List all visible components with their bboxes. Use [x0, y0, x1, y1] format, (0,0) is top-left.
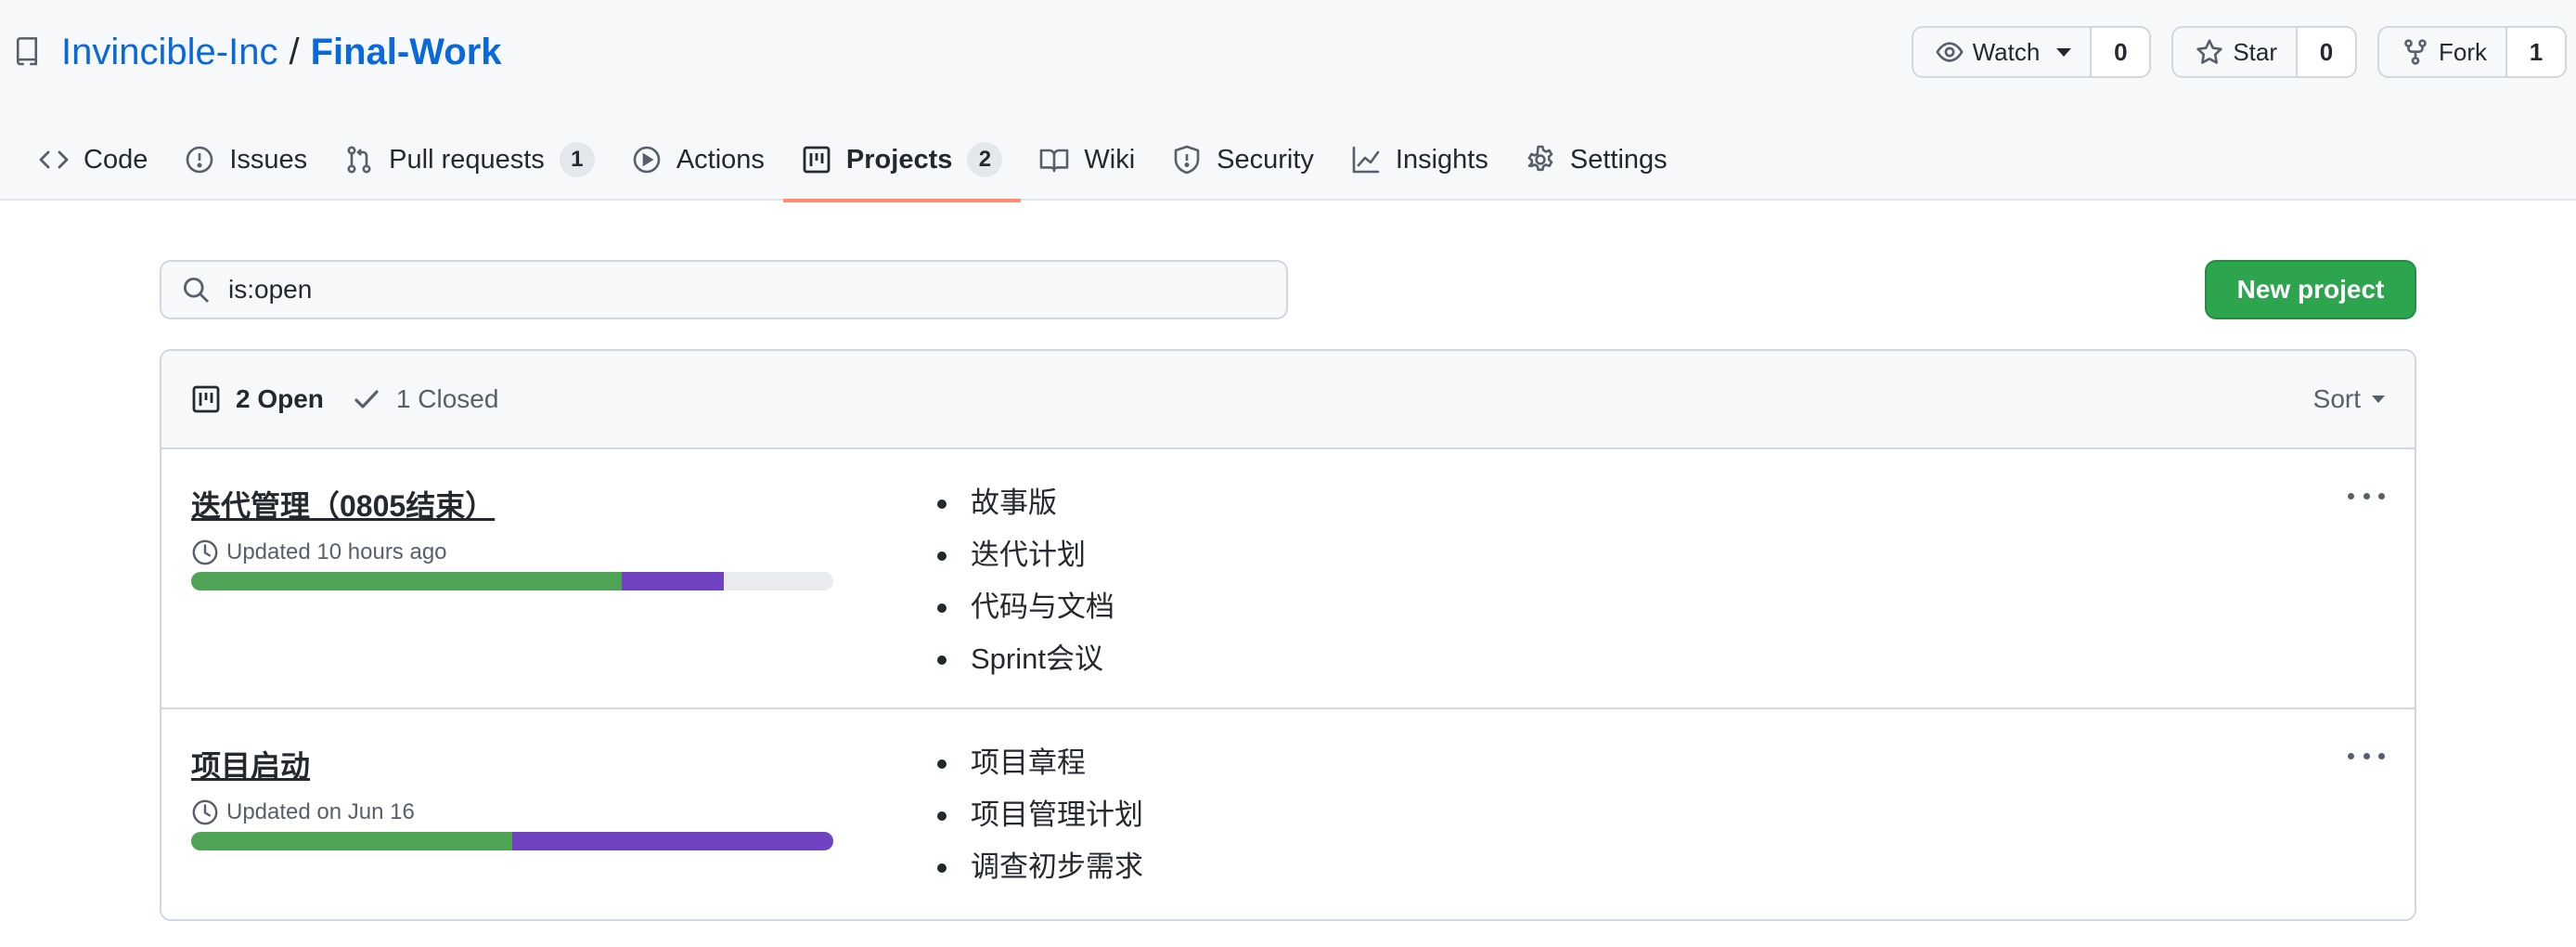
project-icon: [803, 146, 831, 174]
projects-list-header: 2 Open 1 Closed Sort: [161, 351, 2415, 449]
progress-in-progress-segment: [621, 572, 725, 590]
projects-list: 2 Open 1 Closed Sort 迭代管理（0805结束） Update…: [160, 349, 2416, 921]
kebab-menu-icon[interactable]: [2348, 748, 2385, 763]
project-columns: 项目章程 项目管理计划 调查初步需求: [934, 737, 1143, 893]
sort-label: Sort: [2312, 384, 2361, 413]
project-name-link[interactable]: 迭代管理（0805结束）: [191, 483, 495, 525]
project-progress-bar: [191, 572, 833, 590]
fork-button-group: Fork 1: [2377, 26, 2567, 78]
fork-button[interactable]: Fork: [2379, 28, 2505, 76]
tab-security-label: Security: [1217, 144, 1314, 175]
tab-projects-label: Projects: [845, 144, 953, 175]
search-input[interactable]: [228, 275, 1249, 305]
repo-owner-link[interactable]: Invincible-Inc: [61, 32, 277, 73]
fork-count[interactable]: 1: [2505, 28, 2565, 76]
tab-insights[interactable]: Insights: [1333, 119, 1507, 201]
pull-request-icon: [347, 146, 371, 174]
graph-icon: [1352, 146, 1380, 174]
watch-label: Watch: [1972, 37, 2041, 66]
tab-actions[interactable]: Actions: [613, 119, 783, 201]
progress-done-segment: [191, 832, 512, 850]
tab-settings[interactable]: Settings: [1507, 119, 1686, 201]
clock-icon: [192, 539, 218, 565]
filter-open[interactable]: 2 Open: [191, 384, 324, 414]
project-row: 迭代管理（0805结束） Updated 10 hours ago 故事版 迭代…: [161, 449, 2415, 709]
project-updated-text: Updated on Jun 16: [226, 799, 415, 824]
issue-icon: [187, 146, 213, 174]
search-icon: [183, 277, 209, 303]
tab-insights-label: Insights: [1395, 144, 1488, 175]
repo-title: Invincible-Inc / Final-Work: [15, 22, 502, 82]
projects-counter: 2: [967, 142, 1003, 177]
chevron-down-icon: [2056, 47, 2072, 57]
star-button-group: Star 0: [2171, 26, 2357, 78]
watch-button[interactable]: Watch: [1913, 28, 2091, 76]
star-count[interactable]: 0: [2296, 28, 2355, 76]
code-icon: [39, 150, 69, 169]
project-columns: 故事版 迭代计划 代码与文档 Sprint会议: [934, 477, 1114, 685]
check-icon: [354, 390, 379, 409]
clock-icon: [192, 799, 218, 825]
project-column-item: Sprint会议: [934, 633, 1114, 685]
new-project-button[interactable]: New project: [2205, 260, 2416, 319]
tab-code[interactable]: Code: [20, 119, 166, 201]
repo-name-link[interactable]: Final-Work: [311, 32, 502, 73]
shield-icon: [1174, 145, 1200, 175]
repo-icon: [16, 37, 38, 66]
project-updated: Updated on Jun 16: [191, 798, 415, 826]
filter-closed-label: 1 Closed: [395, 384, 499, 413]
project-updated: Updated 10 hours ago: [191, 538, 447, 566]
project-column-item: 代码与文档: [934, 581, 1114, 633]
star-icon: [2196, 39, 2222, 64]
sort-dropdown[interactable]: Sort: [2313, 384, 2385, 414]
repo-actions: Watch 0 Star 0 Fork 1: [1911, 26, 2567, 78]
play-icon: [633, 146, 661, 174]
project-icon: [192, 385, 220, 413]
progress-done-segment: [191, 572, 622, 590]
tab-settings-label: Settings: [1569, 144, 1668, 175]
tab-projects[interactable]: Projects 2: [782, 119, 1022, 202]
fork-label: Fork: [2439, 37, 2487, 66]
tab-issues-label: Issues: [229, 144, 308, 175]
project-column-item: 项目章程: [934, 737, 1143, 789]
project-search: [160, 260, 1288, 319]
eye-icon: [1935, 42, 1964, 62]
tab-wiki[interactable]: Wiki: [1021, 119, 1153, 201]
tab-wiki-label: Wiki: [1084, 144, 1136, 175]
kebab-menu-icon[interactable]: [2348, 488, 2385, 503]
repo-separator: /: [289, 31, 300, 72]
project-column-item: 调查初步需求: [934, 841, 1143, 893]
star-label: Star: [2233, 37, 2277, 66]
project-progress-bar: [191, 832, 833, 850]
pull-requests-counter: 1: [559, 142, 595, 177]
tab-actions-label: Actions: [676, 144, 765, 175]
project-name-link[interactable]: 项目启动: [191, 743, 310, 785]
tab-issues[interactable]: Issues: [166, 119, 326, 201]
tab-pull-requests-label: Pull requests: [389, 144, 545, 175]
filter-open-label: 2 Open: [236, 384, 324, 413]
watch-button-group: Watch 0: [1911, 26, 2152, 78]
watch-count[interactable]: 0: [2090, 28, 2150, 76]
tab-pull-requests[interactable]: Pull requests 1: [326, 119, 613, 201]
project-row: 项目启动 Updated on Jun 16 项目章程 项目管理计划 调查初步需…: [161, 709, 2415, 917]
project-column-item: 故事版: [934, 477, 1114, 529]
fork-icon: [2404, 39, 2427, 65]
tab-code-label: Code: [84, 144, 148, 175]
chevron-down-icon: [2372, 396, 2385, 403]
project-updated-text: Updated 10 hours ago: [226, 539, 447, 564]
tab-security[interactable]: Security: [1153, 119, 1333, 201]
project-column-item: 迭代计划: [934, 529, 1114, 581]
gear-icon: [1527, 145, 1553, 172]
repo-tabs: Code Issues Pull requests 1 Actions Proj…: [20, 119, 1686, 202]
book-icon: [1040, 149, 1069, 173]
repo-header: Invincible-Inc / Final-Work Watch 0 Star…: [0, 0, 2576, 202]
progress-in-progress-segment: [512, 832, 833, 850]
star-button[interactable]: Star: [2173, 28, 2296, 76]
filter-closed[interactable]: 1 Closed: [352, 384, 499, 414]
project-column-item: 项目管理计划: [934, 789, 1143, 841]
